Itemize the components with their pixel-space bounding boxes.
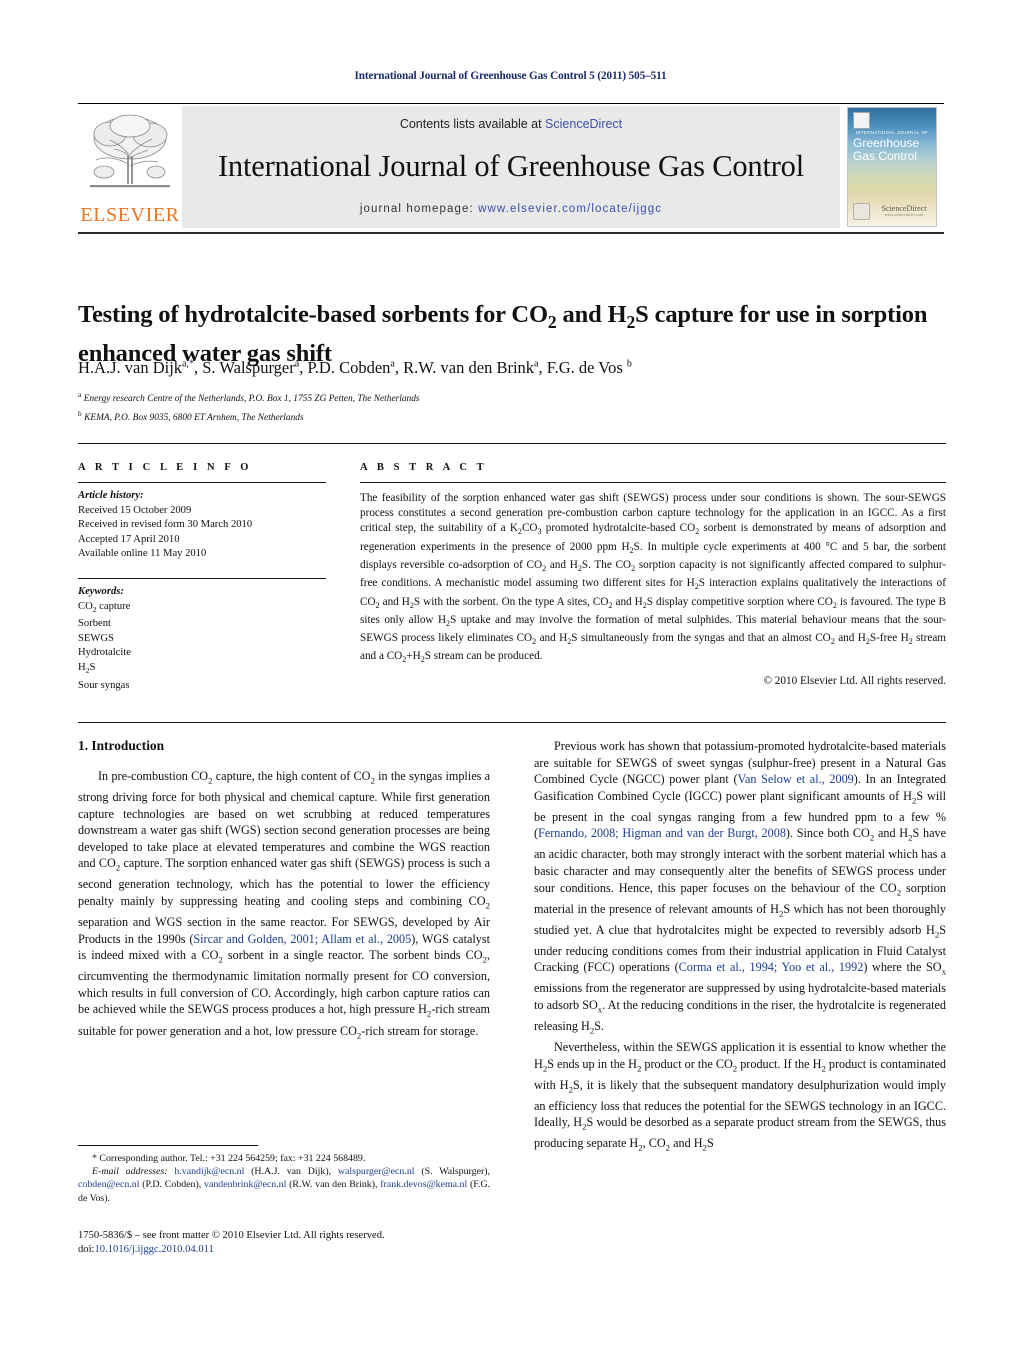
- doi-link[interactable]: 10.1016/j.ijggc.2010.04.011: [94, 1244, 213, 1255]
- email-link[interactable]: frank.devos@kema.nl: [380, 1179, 467, 1190]
- elsevier-logo: ELSEVIER: [78, 104, 182, 230]
- journal-title: International Journal of Greenhouse Gas …: [217, 149, 805, 183]
- citation-link[interactable]: Sircar and Golden, 2001; Allam et al., 2…: [193, 932, 411, 946]
- contents-available-line: Contents lists available at ScienceDirec…: [182, 117, 840, 131]
- email-person: (H.A.J. van Dijk): [251, 1166, 329, 1178]
- cover-title-line1: Greenhouse: [853, 136, 920, 150]
- keyword-item: SEWGS: [78, 632, 114, 644]
- article-info-column: A R T I C L E I N F O Article history: R…: [78, 462, 326, 693]
- abstract-bottom-rule: [78, 722, 946, 723]
- abstract-text: The feasibility of the sorption enhanced…: [360, 492, 947, 665]
- citation-link[interactable]: Van Selow et al., 2009: [738, 772, 854, 786]
- email-link[interactable]: walspurger@ecn.nl: [338, 1166, 415, 1177]
- info-section-top-rule: [78, 443, 946, 444]
- homepage-url-link[interactable]: www.elsevier.com/locate/ijggc: [478, 203, 662, 215]
- email-addresses-note: E-mail addresses: h.vandijk@ecn.nl (H.A.…: [78, 1166, 491, 1204]
- keyword-item: Sour syngas: [78, 679, 130, 691]
- abstract-divider: [360, 482, 946, 483]
- keyword-item: Sorbent: [78, 618, 111, 630]
- abstract-heading: A B S T R A C T: [360, 462, 488, 473]
- history-item: Received in revised form 30 March 2010: [78, 519, 253, 531]
- paper-page: International Journal of Greenhouse Gas …: [0, 0, 1021, 1351]
- affiliation-a-text: Energy research Centre of the Netherland…: [83, 394, 420, 405]
- cover-kicker: INTERNATIONAL JOURNAL OF: [855, 130, 929, 135]
- cover-title: Greenhouse Gas Control: [853, 137, 931, 162]
- history-item: Available online 11 May 2010: [78, 548, 207, 560]
- paragraph: In pre-combustion CO2 capture, the high …: [78, 769, 491, 1040]
- email-link[interactable]: cobden@ecn.nl: [78, 1179, 139, 1190]
- email-person: (S. Walspurger): [421, 1166, 488, 1178]
- abstract-copyright: © 2010 Elsevier Ltd. All rights reserved…: [763, 674, 947, 687]
- contents-prefix: Contents lists available at: [399, 117, 546, 131]
- frontmatter-line: 1750-5836/$ – see front matter © 2010 El…: [78, 1230, 385, 1241]
- journal-homepage-line: journal homepage: www.elsevier.com/locat…: [182, 203, 840, 215]
- abstract-column: A B S T R A C T The feasibility of the s…: [360, 462, 946, 687]
- citation-link[interactable]: Corma et al., 1994; Yoo et al., 1992: [679, 960, 864, 974]
- keywords-block: Keywords: CO2 capture Sorbent SEWGS Hydr…: [78, 585, 326, 693]
- body-column-right: Previous work has shown that potassium-p…: [534, 738, 946, 1156]
- keywords-divider: [78, 577, 326, 579]
- cover-title-line2: Gas Control: [853, 148, 918, 163]
- keyword-item: CO2 capture: [78, 600, 131, 614]
- citation-link[interactable]: Fernando, 2008; Higman and van der Burgt…: [538, 826, 786, 840]
- cover-elsevier-mark-icon: [853, 112, 870, 129]
- paragraph: Nevertheless, within the SEWGS applicati…: [534, 1040, 947, 1153]
- email-label: E-mail addresses:: [92, 1166, 168, 1178]
- cover-footer-logo: ScienceDirect www.sciencedirect.com: [878, 204, 930, 217]
- journal-cover-thumbnail: INTERNATIONAL JOURNAL OF Greenhouse Gas …: [840, 104, 944, 230]
- footnote-block: * Corresponding author. Tel.: +31 224 56…: [78, 1152, 490, 1205]
- corresponding-author-note: * Corresponding author. Tel.: +31 224 56…: [92, 1153, 366, 1164]
- elsevier-tree-icon: [90, 114, 170, 188]
- email-link[interactable]: vandenbrink@ecn.nl: [204, 1179, 286, 1190]
- keywords-label: Keywords:: [78, 585, 124, 597]
- history-item: Received 15 October 2009: [78, 504, 192, 516]
- journal-masthead: ELSEVIER Contents lists available at Sci…: [78, 103, 944, 234]
- email-link[interactable]: h.vandijk@ecn.nl: [174, 1166, 244, 1177]
- doi-line: doi:10.1016/j.ijggc.2010.04.011: [78, 1243, 490, 1257]
- email-person: (R.W. van den Brink): [289, 1179, 375, 1191]
- section-heading-introduction: 1. Introduction: [78, 738, 165, 753]
- keyword-item: H2S: [78, 662, 96, 676]
- cover-footer-logo-text: ScienceDirect: [881, 204, 927, 213]
- elsevier-wordmark: ELSEVIER: [80, 204, 180, 226]
- cover-footer-mark-icon: [853, 203, 870, 220]
- author-list: H.A.J. van Dijka,*, S. Walspurgera, P.D.…: [78, 358, 632, 377]
- article-info-heading: A R T I C L E I N F O: [78, 462, 253, 473]
- running-head: International Journal of Greenhouse Gas …: [354, 70, 667, 82]
- keyword-item: Hydrotalcite: [78, 647, 131, 659]
- history-item: Accepted 17 April 2010: [78, 533, 180, 545]
- affiliation-b-text: KEMA, P.O. Box 9035, 6800 ET Arnhem, The…: [84, 412, 304, 423]
- body-column-left: 1. Introduction In pre-combustion CO2 ca…: [78, 738, 490, 1044]
- paragraph: Previous work has shown that potassium-p…: [534, 739, 946, 1036]
- affiliation-a: a Energy research Centre of the Netherla…: [78, 390, 420, 405]
- article-history-label: Article history:: [78, 490, 144, 501]
- affiliation-b: b KEMA, P.O. Box 9035, 6800 ET Arnhem, T…: [78, 408, 304, 423]
- frontmatter-block: 1750-5836/$ – see front matter © 2010 El…: [78, 1229, 490, 1258]
- email-person: (P.D. Cobden): [142, 1179, 199, 1191]
- masthead-center-band: Contents lists available at ScienceDirec…: [182, 106, 840, 228]
- affiliations: a Energy research Centre of the Netherla…: [78, 388, 946, 425]
- cover-footer-url: www.sciencedirect.com: [884, 213, 924, 217]
- sciencedirect-link[interactable]: ScienceDirect: [545, 117, 622, 131]
- doi-label: doi:: [78, 1244, 95, 1256]
- homepage-prefix: journal homepage:: [359, 203, 479, 215]
- footnote-rule: [78, 1145, 258, 1146]
- article-info-divider: [78, 482, 326, 483]
- article-history-block: Article history: Received 15 October 200…: [78, 489, 326, 562]
- cover-artwork: INTERNATIONAL JOURNAL OF Greenhouse Gas …: [847, 107, 937, 227]
